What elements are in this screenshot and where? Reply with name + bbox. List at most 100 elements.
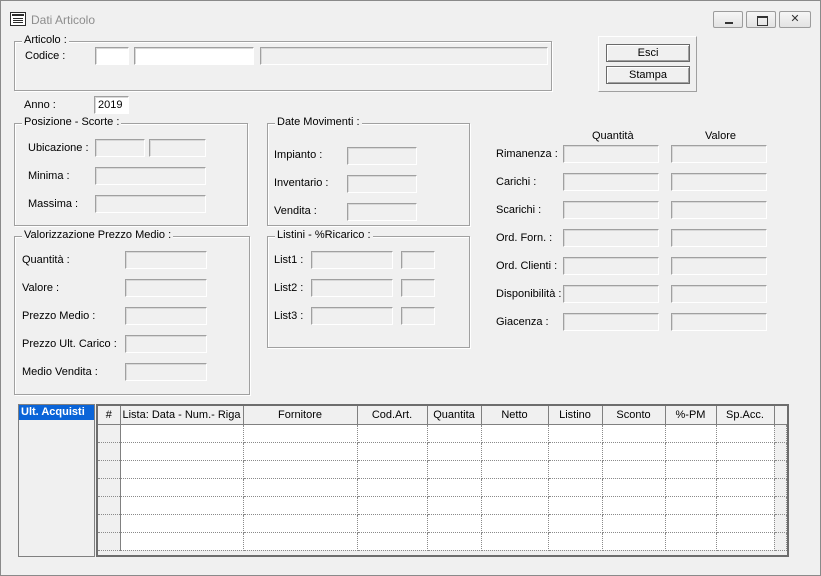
grid-cell[interactable] (481, 424, 549, 443)
col-header-sp-acc[interactable]: Sp.Acc. (716, 406, 775, 425)
grid-cell[interactable] (665, 478, 717, 497)
col-header-pct-pm[interactable]: %-PM (665, 406, 717, 425)
grid-cell[interactable] (120, 532, 244, 551)
col-header-netto[interactable]: Netto (481, 406, 549, 425)
grid-cell[interactable] (481, 532, 549, 551)
codice-input[interactable] (134, 47, 254, 65)
grid-cell[interactable] (357, 496, 428, 515)
col-header-quantita[interactable]: Quantita (427, 406, 482, 425)
grid-cell[interactable] (548, 442, 603, 461)
grid-cell[interactable] (665, 532, 717, 551)
grid-cell[interactable] (481, 478, 549, 497)
grid-cell[interactable] (602, 496, 666, 515)
col-header-fornitore[interactable]: Fornitore (243, 406, 358, 425)
col-header-sconto[interactable]: Sconto (602, 406, 666, 425)
ult-acquisti-list[interactable]: Ult. Acquisti (18, 404, 95, 557)
table-row[interactable] (98, 496, 787, 515)
grid-cell[interactable] (602, 514, 666, 533)
table-row[interactable] (98, 532, 787, 551)
grid-cell[interactable] (716, 460, 775, 479)
row-header-cell[interactable] (98, 478, 121, 497)
grid-cell[interactable] (243, 496, 358, 515)
grid-cell[interactable] (548, 460, 603, 479)
minimize-button[interactable] (713, 11, 743, 28)
grid-cell[interactable] (602, 478, 666, 497)
row-header-cell[interactable] (98, 514, 121, 533)
grid-cell[interactable] (665, 460, 717, 479)
grid-cell[interactable] (243, 424, 358, 443)
grid-cell[interactable] (120, 478, 244, 497)
title-bar[interactable]: Dati Articolo ✕ (1, 1, 820, 31)
anno-input[interactable]: 2019 (94, 96, 129, 114)
grid-cell[interactable] (120, 496, 244, 515)
row-header-cell[interactable] (98, 424, 121, 443)
grid-cell[interactable] (427, 424, 482, 443)
ult-acquisti-grid[interactable]: # Lista: Data - Num.- Riga Fornitore Cod… (96, 404, 789, 557)
grid-cell[interactable] (243, 514, 358, 533)
grid-cell[interactable] (481, 514, 549, 533)
grid-cell[interactable] (357, 442, 428, 461)
row-header-cell[interactable] (98, 532, 121, 551)
table-row[interactable] (98, 442, 787, 461)
codice-prefix-input[interactable] (95, 47, 129, 65)
grid-cell[interactable] (602, 424, 666, 443)
grid-cell[interactable] (665, 424, 717, 443)
grid-cell[interactable] (427, 532, 482, 551)
grid-cell[interactable] (481, 442, 549, 461)
grid-cell[interactable] (243, 532, 358, 551)
grid-cell[interactable] (665, 442, 717, 461)
grid-cell[interactable] (716, 532, 775, 551)
grid-cell[interactable] (548, 514, 603, 533)
grid-cell[interactable] (548, 532, 603, 551)
grid-cell[interactable] (602, 442, 666, 461)
grid-cell[interactable] (716, 514, 775, 533)
grid-cell[interactable] (716, 496, 775, 515)
row-header-cell[interactable] (98, 496, 121, 515)
grid-cell[interactable] (602, 460, 666, 479)
grid-cell[interactable] (120, 442, 244, 461)
grid-cell[interactable] (602, 532, 666, 551)
col-header-lista[interactable]: Lista: Data - Num.- Riga (120, 406, 244, 425)
grid-cell[interactable] (427, 478, 482, 497)
grid-cell[interactable] (716, 424, 775, 443)
table-row[interactable] (98, 460, 787, 479)
grid-cell[interactable] (120, 514, 244, 533)
grid-cell[interactable] (548, 496, 603, 515)
maximize-button[interactable] (746, 11, 776, 28)
stampa-button[interactable]: Stampa (606, 66, 690, 84)
col-header-cod-art[interactable]: Cod.Art. (357, 406, 428, 425)
grid-cell[interactable] (120, 424, 244, 443)
grid-cell[interactable] (357, 532, 428, 551)
table-row[interactable] (98, 514, 787, 533)
grid-cell[interactable] (243, 478, 358, 497)
grid-cell[interactable] (427, 460, 482, 479)
table-row[interactable] (98, 478, 787, 497)
row-header-cell[interactable] (98, 442, 121, 461)
grid-cell[interactable] (427, 496, 482, 515)
grid-cell[interactable] (120, 460, 244, 479)
grid-cell[interactable] (716, 442, 775, 461)
grid-cell[interactable] (481, 460, 549, 479)
col-header-num[interactable]: # (98, 406, 121, 425)
grid-cell[interactable] (716, 478, 775, 497)
grid-cell (774, 442, 787, 461)
grid-cell[interactable] (665, 514, 717, 533)
grid-cell[interactable] (357, 478, 428, 497)
grid-cell[interactable] (243, 460, 358, 479)
grid-cell[interactable] (357, 514, 428, 533)
table-row[interactable] (98, 424, 787, 443)
grid-cell[interactable] (357, 424, 428, 443)
col-header-listino[interactable]: Listino (548, 406, 603, 425)
grid-cell[interactable] (481, 496, 549, 515)
grid-cell[interactable] (665, 496, 717, 515)
ult-acquisti-tab[interactable]: Ult. Acquisti (19, 405, 94, 420)
grid-cell[interactable] (427, 442, 482, 461)
grid-cell[interactable] (357, 460, 428, 479)
grid-cell[interactable] (243, 442, 358, 461)
grid-cell[interactable] (548, 424, 603, 443)
grid-cell[interactable] (427, 514, 482, 533)
esci-button[interactable]: Esci (606, 44, 690, 62)
grid-cell[interactable] (548, 478, 603, 497)
row-header-cell[interactable] (98, 460, 121, 479)
close-button[interactable]: ✕ (779, 11, 811, 28)
